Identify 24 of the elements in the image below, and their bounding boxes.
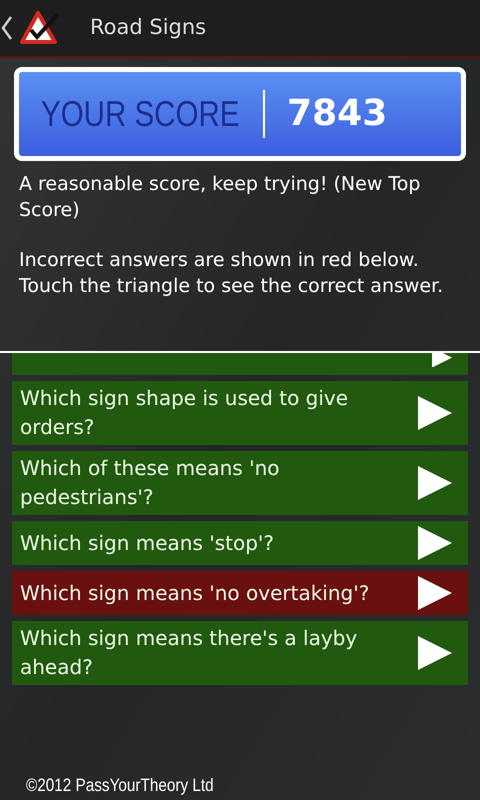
back-icon[interactable]: [1, 15, 13, 41]
copyright-text: ©2012 PassYourTheory Ltd: [26, 774, 215, 796]
app-logo-icon: [20, 10, 60, 46]
play-icon[interactable]: [418, 396, 452, 430]
result-message: Incorrect answers are shown in red below. Touch the triangle to see the correct answer.: [19, 248, 444, 299]
score-value: 7843: [287, 92, 388, 136]
play-icon[interactable]: [432, 353, 452, 367]
screen-title: Road Signs: [90, 14, 206, 42]
answer-row[interactable]: Which sign shape is used to give orders?: [12, 381, 468, 445]
question-text: Which sign means there's a layby ahead?: [20, 625, 358, 681]
play-icon[interactable]: [418, 466, 452, 500]
question-text: Which sign means 'no overtaking'?: [20, 580, 370, 606]
question-text: Which of these means 'no pedestrians'?: [20, 455, 280, 511]
play-icon[interactable]: [418, 576, 452, 610]
score-label: YOUR SCORE: [41, 92, 240, 136]
answer-row[interactable]: Which sign means 'no overtaking'?: [12, 571, 468, 615]
result-message: A reasonable score, keep trying! (New Top Score): [19, 172, 422, 223]
answer-row[interactable]: Which sign means 'stop'?: [12, 521, 468, 565]
answer-row[interactable]: Which of these means 'no pedestrians'?: [12, 451, 468, 515]
question-text: Which sign shape is used to give orders?: [20, 385, 350, 441]
answer-row[interactable]: Which sign means there's a layby ahead?: [12, 621, 468, 685]
play-icon[interactable]: [418, 636, 452, 670]
question-text: Which sign means 'stop'?: [20, 530, 276, 556]
play-icon[interactable]: [418, 526, 452, 560]
